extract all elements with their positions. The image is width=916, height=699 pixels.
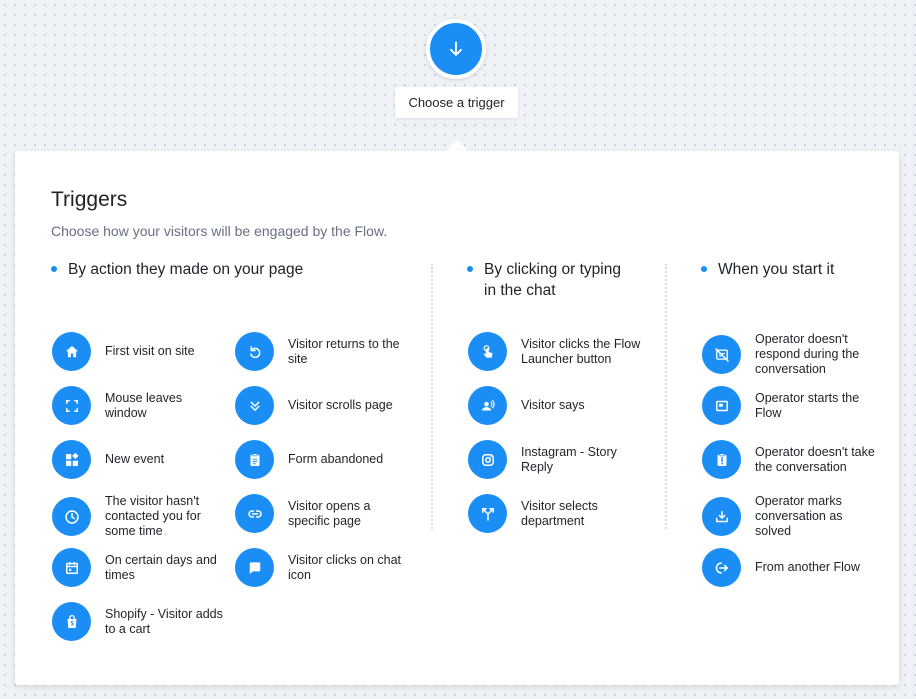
alert-clipboard-icon xyxy=(717,452,726,466)
speaking-person-icon xyxy=(481,399,495,410)
trigger-label: Operator doesn't take the conversation xyxy=(755,444,875,474)
bullet-dot xyxy=(467,266,473,272)
trigger-label: From another Flow xyxy=(755,560,860,574)
column-heading-operator: When you start it xyxy=(701,259,881,280)
trigger-days-times[interactable]: On certain days and times xyxy=(52,548,225,587)
trigger-mouse-leaves[interactable]: Mouse leaves window xyxy=(52,386,225,425)
column-heading-page-action: By action they made on your page xyxy=(51,259,381,280)
trigger-label: Form abandoned xyxy=(288,452,384,466)
trigger-label: Operator doesn't respond during the conv… xyxy=(755,332,860,376)
link-icon xyxy=(247,509,262,518)
trigger-from-another-flow[interactable]: From another Flow xyxy=(702,548,875,587)
return-icon xyxy=(249,345,260,358)
fullscreen-icon xyxy=(65,399,78,412)
trigger-label: First visit on site xyxy=(105,344,195,358)
trigger-label: Visitor says xyxy=(521,398,585,412)
trigger-first-visit[interactable]: First visit on site xyxy=(52,332,225,371)
clock-icon xyxy=(64,509,79,524)
trigger-label: Operator marks conversation as solved xyxy=(755,494,843,538)
trigger-visitor-says[interactable]: Visitor says xyxy=(468,386,641,425)
double-chevron-down-icon xyxy=(250,401,259,411)
widgets-icon xyxy=(65,452,79,466)
column-heading-text: By action they made on your page xyxy=(68,261,304,278)
trigger-visitor-returns[interactable]: Visitor returns to the site xyxy=(235,332,408,371)
trigger-operator-no-take[interactable]: Operator doesn't take the conversation xyxy=(702,440,875,479)
split-arrows-icon xyxy=(481,507,494,521)
home-icon xyxy=(65,345,78,357)
chat-bubble-icon xyxy=(249,561,260,574)
trigger-label: Shopify - Visitor adds to a cart xyxy=(105,606,223,636)
trigger-label: On certain days and times xyxy=(105,552,217,582)
trigger-label: The visitor hasn't contacted you for som… xyxy=(105,494,201,538)
trigger-operator-solved[interactable]: Operator marks conversation as solved xyxy=(702,494,875,539)
column-divider xyxy=(431,264,433,529)
flow-start-node[interactable] xyxy=(426,19,486,79)
choose-trigger-button[interactable]: Choose a trigger xyxy=(395,87,518,118)
trigger-chat-icon-click[interactable]: Visitor clicks on chat icon xyxy=(235,548,408,587)
window-icon xyxy=(715,400,728,411)
column-divider xyxy=(665,264,667,529)
panel-subtitle: Choose how your visitors will be engaged… xyxy=(51,223,388,239)
trigger-label: Visitor scrolls page xyxy=(288,398,393,412)
trigger-instagram-story[interactable]: Instagram - Story Reply xyxy=(468,440,641,479)
instagram-icon xyxy=(481,453,494,466)
trigger-specific-page[interactable]: Visitor opens a specific page xyxy=(235,494,408,533)
trigger-shopify-cart[interactable]: Shopify - Visitor adds to a cart xyxy=(52,602,225,641)
trigger-operator-starts[interactable]: Operator starts the Flow xyxy=(702,386,875,425)
trigger-label: Mouse leaves window xyxy=(105,390,183,420)
trigger-label: Visitor returns to the site xyxy=(288,336,400,366)
column-heading-text: When you start it xyxy=(718,261,835,278)
trigger-selects-department[interactable]: Visitor selects department xyxy=(468,494,641,533)
trigger-flow-launcher[interactable]: Visitor clicks the Flow Launcher button xyxy=(468,332,641,371)
arrow-down-icon xyxy=(450,41,462,56)
trigger-label: Visitor opens a specific page xyxy=(288,498,371,528)
shopify-bag-icon xyxy=(67,614,76,628)
no-message-icon xyxy=(714,347,729,362)
trigger-visitor-scrolls[interactable]: Visitor scrolls page xyxy=(235,386,408,425)
trigger-label: Instagram - Story Reply xyxy=(521,444,617,474)
clipboard-icon xyxy=(250,452,259,466)
panel-caret xyxy=(446,140,468,151)
trigger-label: Operator starts the Flow xyxy=(755,390,860,420)
trigger-operator-no-respond[interactable]: Operator doesn't respond during the conv… xyxy=(702,332,875,377)
flow-exit-icon xyxy=(715,561,728,574)
trigger-label: Visitor selects department xyxy=(521,498,598,528)
trigger-new-event[interactable]: New event xyxy=(52,440,225,479)
calendar-icon xyxy=(65,561,78,574)
trigger-form-abandoned[interactable]: Form abandoned xyxy=(235,440,408,479)
trigger-label: Visitor clicks the Flow Launcher button xyxy=(521,336,641,366)
column-heading-text: By clicking or typing in the chat xyxy=(484,261,621,299)
column-heading-chat: By clicking or typing in the chat xyxy=(467,259,632,301)
tap-icon xyxy=(483,344,492,358)
trigger-label: New event xyxy=(105,452,165,466)
trigger-not-contacted[interactable]: The visitor hasn't contacted you for som… xyxy=(52,494,225,539)
trigger-label: Visitor clicks on chat icon xyxy=(288,552,402,582)
triggers-panel: Triggers Choose how your visitors will b… xyxy=(15,151,899,685)
tray-download-icon xyxy=(715,510,728,522)
bullet-dot xyxy=(701,266,707,272)
bullet-dot xyxy=(51,266,57,272)
panel-title: Triggers xyxy=(51,188,128,211)
